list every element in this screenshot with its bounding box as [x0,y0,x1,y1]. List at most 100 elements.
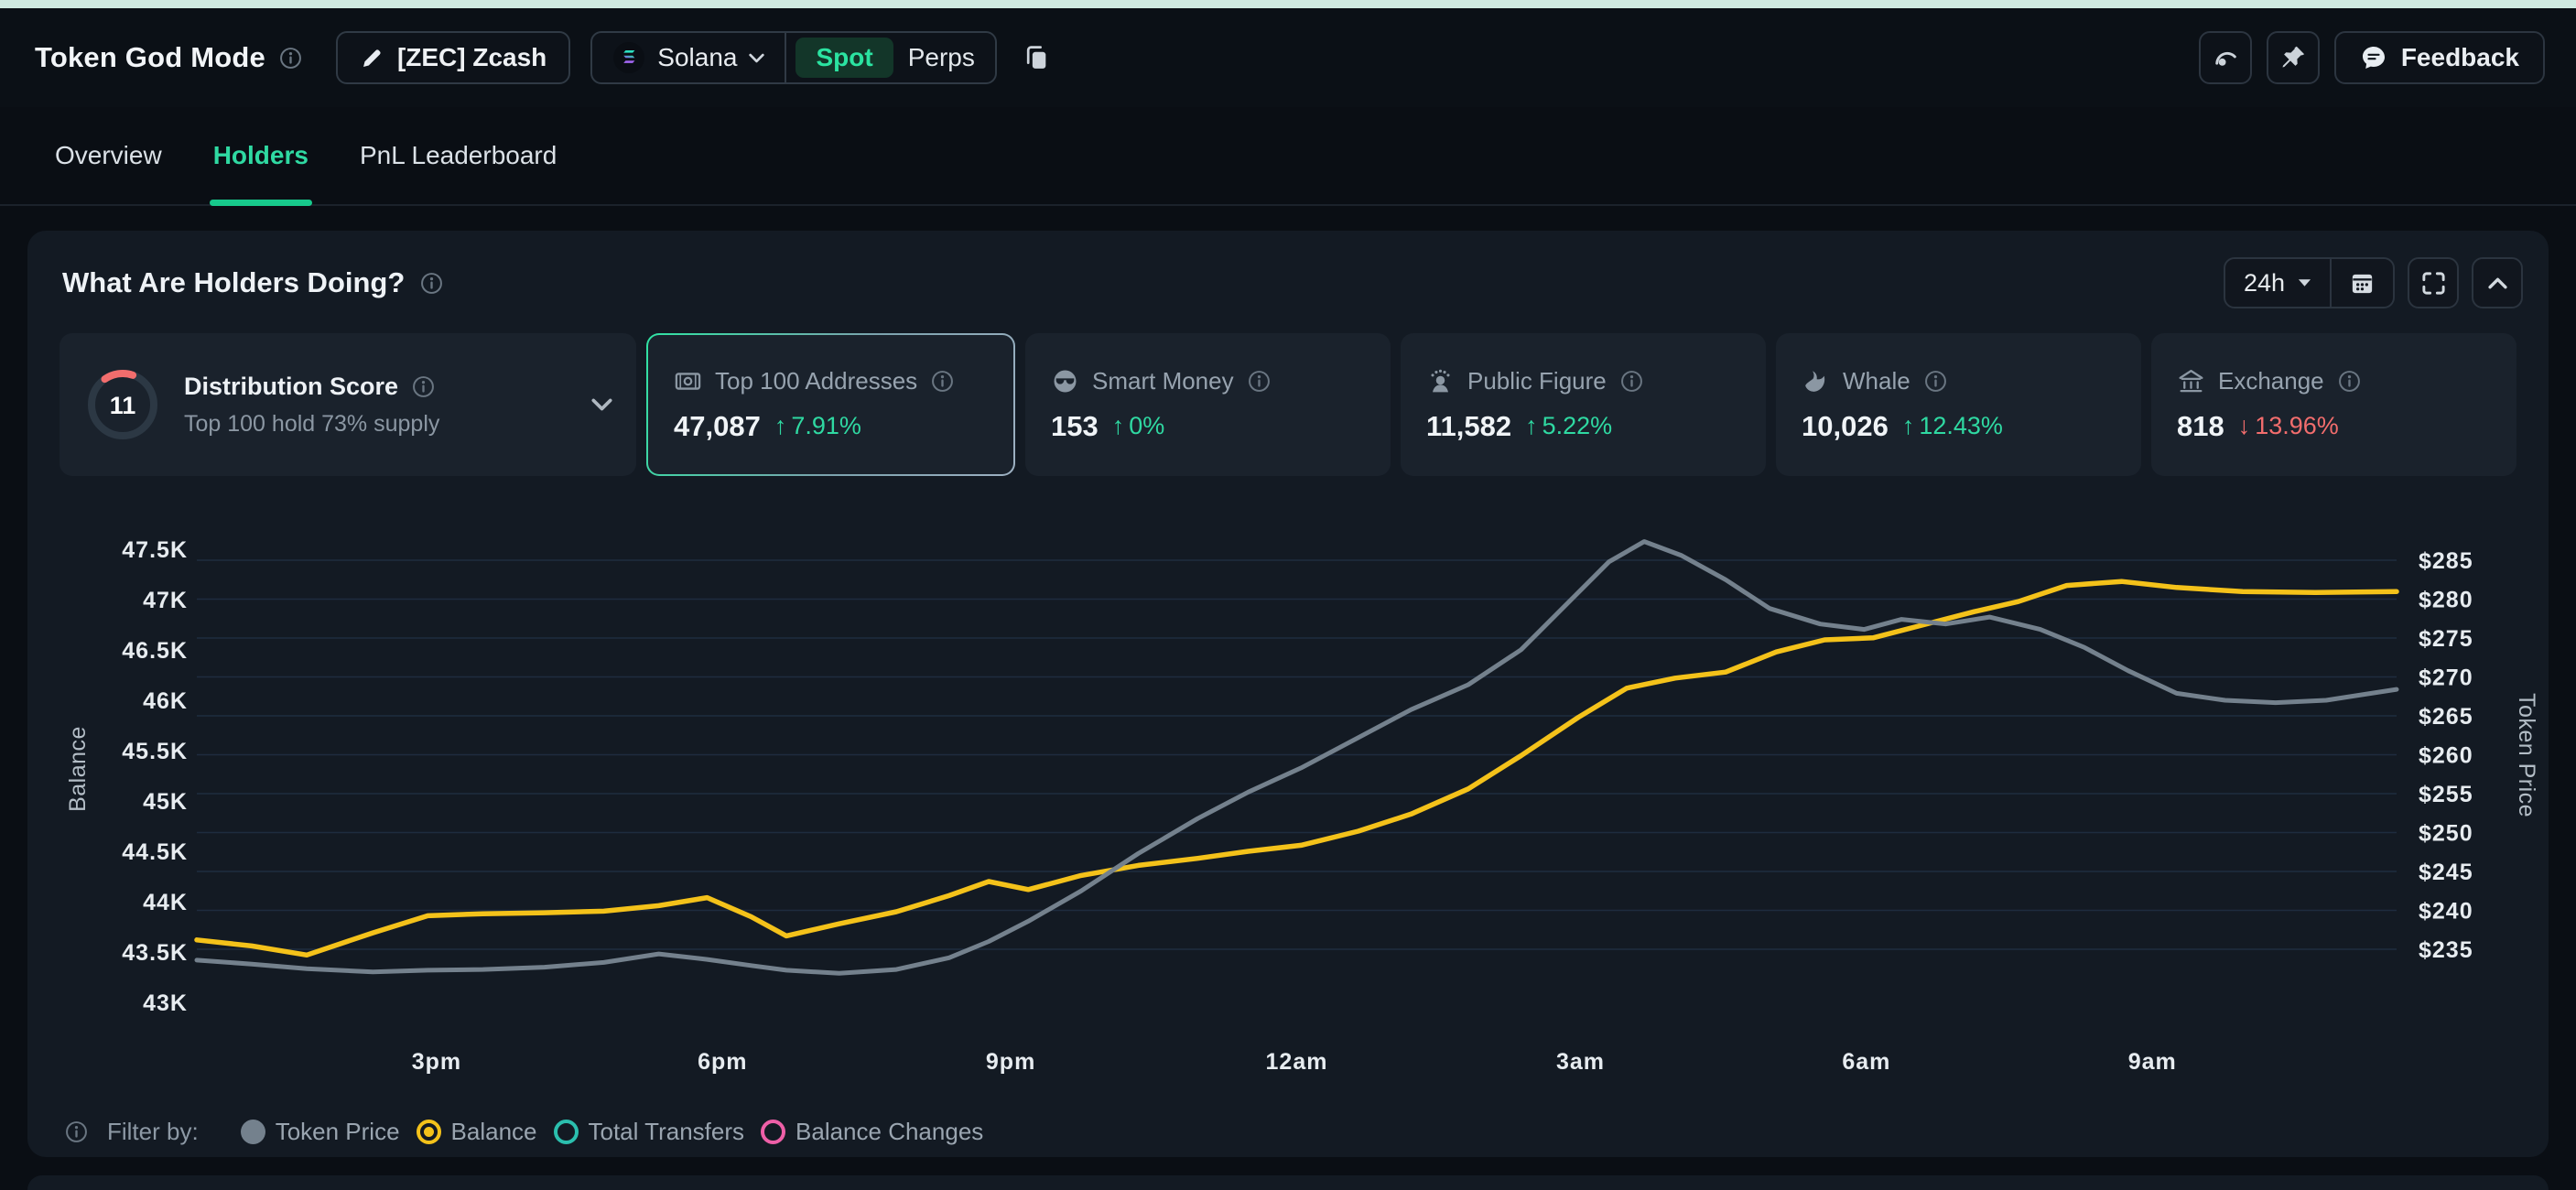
left-axis-title: Balance [65,726,91,812]
y-axis-label-right: $275 [2419,626,2473,652]
legend-item-balance-changes[interactable]: Balance Changes [761,1118,983,1146]
y-axis-label-left: 44K [143,890,188,915]
info-icon[interactable] [64,1120,89,1144]
distribution-score-card[interactable]: 11 Distribution Score Top 100 hold 73% s… [60,333,636,476]
market-controls: Solana Spot Perps [590,31,997,84]
legend-label: Balance Changes [796,1118,983,1146]
divider [785,31,786,84]
legend-items: Token Price Balance Total Transfers Balance… [224,1118,984,1146]
stat-card-row: 11 Distribution Score Top 100 hold 73% s… [60,333,2516,476]
tab-holders[interactable]: Holders [213,107,308,204]
chain-select[interactable]: Solana [592,33,785,82]
y-axis-label-left: 44.5K [122,839,188,865]
tab-bar: Overview Holders PnL Leaderboard [0,107,2576,206]
fullscreen-button[interactable] [2408,257,2459,308]
y-axis-label-left: 47K [143,588,188,613]
chart-series [197,542,2397,974]
exchange-icon [2177,367,2205,395]
tab-pnl-leaderboard[interactable]: PnL Leaderboard [360,107,557,204]
stat-card-exchange[interactable]: Exchange 818 ↓13.96% [2151,333,2516,476]
pin-button[interactable] [2267,31,2320,84]
feedback-label: Feedback [2401,43,2519,72]
copy-button[interactable] [1017,38,1057,78]
y-axis-label-left: 46.5K [122,638,188,664]
y-axis-label-left: 45.5K [122,739,188,764]
y-axis-label-left: 43K [143,990,188,1016]
chevron-down-icon [591,398,612,411]
arrow-icon: ↑ [1112,412,1125,440]
distribution-score-text: Distribution Score Top 100 hold 73% supp… [184,373,439,438]
holders-activity-panel: What Are Holders Doing? 24h [27,231,2549,1157]
holders-chart[interactable]: $285$280$275$270$265$260$255$250$245$240… [27,494,2549,1109]
y-axis-label-right: $245 [2419,860,2473,885]
distribution-score-subtitle: Top 100 hold 73% supply [184,411,439,438]
chat-bubble-icon [2360,44,2387,71]
tab-overview[interactable]: Overview [55,107,162,204]
info-icon[interactable] [1923,369,1948,394]
stat-value: 153 [1051,410,1099,443]
panel-title: What Are Holders Doing? [62,266,405,299]
stat-label: Exchange [2218,367,2324,395]
pin-icon [2279,44,2307,71]
feedback-button[interactable]: Feedback [2334,31,2545,84]
stat-label: Top 100 Addresses [715,367,917,395]
arrow-icon: ↓ [2238,412,2251,440]
solana-icon [612,41,645,74]
calendar-icon [2349,270,2376,297]
time-range-value: 24h [2244,269,2285,298]
perps-label: Perps [908,43,975,71]
smart-money-icon [1051,367,1079,395]
info-icon[interactable] [1619,369,1644,394]
watchlist-button[interactable] [2199,31,2252,84]
token-select-label: [ZEC] Zcash [397,43,547,72]
legend-marker [241,1120,265,1144]
time-range-dropdown[interactable]: 24h [2225,269,2330,298]
legend-item-total-transfers[interactable]: Total Transfers [554,1118,745,1146]
right-axis-title: Token Price [2514,693,2539,817]
token-god-mode-page: Token God Mode [ZEC] Zcash Solana Spot P… [0,0,2576,1190]
y-axis-label-right: $255 [2419,782,2473,807]
y-axis-label-right: $285 [2419,548,2473,574]
y-axis-label-left: 45K [143,789,188,815]
info-icon[interactable] [2337,369,2362,394]
x-axis-label: 12am [1266,1049,1328,1075]
distribution-score-value: 11 [110,392,136,419]
distribution-score-gauge: 11 [83,365,162,444]
legend-label: Balance [451,1118,537,1146]
y-axis-label-right: $280 [2419,588,2473,613]
info-icon[interactable] [278,46,303,70]
y-axis-label-right: $260 [2419,743,2473,769]
stat-card-smart-money[interactable]: Smart Money 153 ↑0% [1025,333,1391,476]
stat-card-top-100-addresses[interactable]: Top 100 Addresses 47,087 ↑7.91% [646,333,1015,476]
info-icon[interactable] [419,271,444,296]
stat-value: 10,026 [1802,410,1889,443]
chart-filter-legend: Filter by: Token PriceBalanceTotal Trans… [64,1111,983,1152]
y-axis-label-right: $250 [2419,821,2473,847]
tab-spot[interactable]: Spot [796,38,893,78]
stat-change: ↓13.96% [2238,412,2339,440]
info-icon[interactable] [411,374,436,399]
stat-card-public-figure[interactable]: Public Figure 11,582 ↑5.22% [1401,333,1766,476]
pencil-icon [360,46,384,70]
stat-value: 11,582 [1426,410,1511,443]
chart-gridlines [197,560,2397,949]
info-icon[interactable] [1247,369,1272,394]
tab-perps[interactable]: Perps [897,43,995,72]
collapse-button[interactable] [2472,257,2523,308]
x-axis-label: 9am [2128,1049,2177,1075]
stat-value: 47,087 [674,410,761,443]
info-icon[interactable] [930,369,955,394]
legend-marker [554,1120,579,1144]
stat-change: ↑5.22% [1525,412,1612,440]
y-axis-label-left: 47.5K [122,537,188,563]
header-actions: Feedback [2199,31,2545,84]
stat-label: Smart Money [1092,367,1234,395]
token-select-button[interactable]: [ZEC] Zcash [336,31,570,84]
stat-label: Whale [1843,367,1910,395]
calendar-button[interactable] [2332,270,2393,297]
legend-item-token-price[interactable]: Token Price [241,1118,400,1146]
cash-icon [674,367,702,395]
stat-card-whale[interactable]: Whale 10,026 ↑12.43% [1776,333,2141,476]
legend-item-balance[interactable]: Balance [417,1118,537,1146]
caret-down-icon [2298,278,2311,287]
